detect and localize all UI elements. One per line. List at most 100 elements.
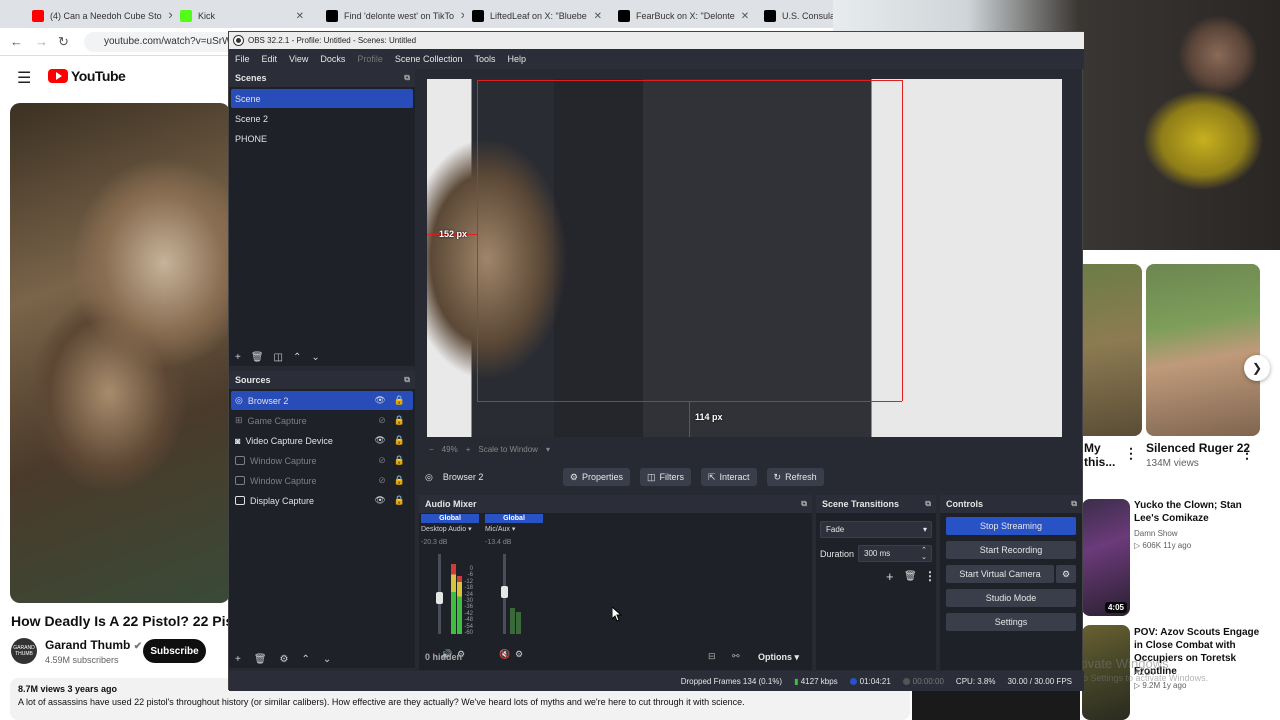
move-up-icon[interactable]: ⌃ (293, 352, 301, 363)
menu-tools[interactable]: Tools (468, 54, 501, 64)
more-vertical-icon[interactable]: ⋮ (1124, 445, 1138, 462)
filters-button[interactable]: ◫ Filters (639, 468, 691, 486)
menu-help[interactable]: Help (501, 54, 532, 64)
more-vertical-icon[interactable]: ⋮ (1240, 445, 1254, 462)
studio-mode-button[interactable]: Studio Mode (946, 589, 1076, 607)
source-item-browser-2[interactable]: ◎ Browser 2 👁 🔒 (231, 391, 413, 410)
move-down-icon[interactable]: ⌄ (323, 654, 331, 665)
close-tab-icon[interactable]: ✕ (296, 11, 304, 22)
chevron-down-icon[interactable]: ▾ (546, 445, 550, 454)
stop-streaming-button[interactable]: Stop Streaming (946, 517, 1076, 535)
properties-button[interactable]: ⚙ Properties (562, 468, 630, 486)
volume-slider-handle[interactable] (436, 592, 443, 604)
interact-button[interactable]: ⇱ Interact (700, 468, 757, 486)
more-vertical-icon[interactable]: ⋮ (924, 569, 936, 583)
dock-float-icon[interactable]: ⧉ (404, 375, 410, 385)
browser-tab[interactable]: FearBuck on X: "Delonte ✕ (610, 4, 756, 28)
video-player[interactable] (10, 103, 230, 603)
scene-item-scene[interactable]: Scene (231, 89, 413, 108)
menu-profile[interactable]: Profile (351, 54, 389, 64)
trash-icon[interactable]: 🗑 (254, 654, 267, 665)
source-item-display-capture[interactable]: Display Capture 👁 🔒 (231, 491, 413, 510)
eye-hidden-icon[interactable]: ⊘ (378, 455, 386, 466)
close-tab-icon[interactable]: ✕ (741, 11, 749, 22)
eye-hidden-icon[interactable]: ⊘ (378, 475, 386, 486)
link-icon[interactable]: ⚯ (732, 651, 740, 662)
chevron-right-icon[interactable]: ❯ (1244, 355, 1270, 381)
scene-item-scene-2[interactable]: Scene 2 (231, 109, 413, 128)
short-thumbnail[interactable] (1146, 264, 1260, 436)
lock-icon[interactable]: 🔒 (394, 495, 405, 506)
move-up-icon[interactable]: ⌃ (302, 654, 310, 665)
forward-icon[interactable]: → (35, 34, 48, 49)
recommended-video-title[interactable]: Yucko the Clown; Stan Lee's Comikaze (1134, 499, 1264, 525)
zoom-in-icon[interactable]: + (466, 445, 471, 454)
dock-float-icon[interactable]: ⧉ (801, 499, 807, 509)
video-thumbnail[interactable] (912, 690, 1080, 720)
source-item-game-capture[interactable]: ⊞ Game Capture ⊘ 🔒 (231, 411, 413, 430)
back-icon[interactable]: ← (10, 34, 23, 49)
browser-tab[interactable]: Find 'delonte west' on TikTo ✕ (318, 4, 464, 28)
scale-mode-select[interactable]: Scale to Window (478, 445, 538, 454)
chevron-down-icon[interactable]: ▾ (512, 526, 516, 533)
zoom-out-icon[interactable]: − (429, 445, 434, 454)
options-dropdown[interactable]: Options ▾ (758, 652, 799, 663)
chevron-down-icon[interactable]: ▾ (468, 526, 472, 533)
youtube-logo[interactable]: YouTube (48, 68, 126, 84)
eye-icon[interactable]: 👁 (374, 495, 385, 506)
duration-spinbox[interactable]: 300 ms ⌃ ⌄ (858, 545, 932, 562)
trash-icon[interactable]: 🗑 (904, 571, 917, 582)
start-virtual-camera-button[interactable]: Start Virtual Camera (946, 565, 1054, 583)
menu-file[interactable]: File (229, 54, 256, 64)
start-recording-button[interactable]: Start Recording (946, 541, 1076, 559)
lock-icon[interactable]: 🔒 (394, 475, 405, 486)
channel-avatar[interactable]: GARAND THUMB (11, 638, 37, 664)
eye-hidden-icon[interactable]: ⊘ (378, 415, 386, 426)
add-icon[interactable]: + (886, 569, 894, 584)
close-tab-icon[interactable]: ✕ (594, 11, 602, 22)
add-icon[interactable]: + (235, 654, 241, 665)
source-item-video-capture[interactable]: ◙ Video Capture Device 👁 🔒 (231, 431, 413, 450)
transition-select[interactable]: Fade ▾ (820, 521, 932, 538)
lock-icon[interactable]: 🔒 (394, 435, 405, 446)
layout-icon[interactable]: ⊟ (708, 651, 716, 662)
gear-icon[interactable]: ⚙ (280, 654, 289, 665)
move-down-icon[interactable]: ⌄ (311, 352, 319, 363)
virtual-camera-settings-button[interactable]: ⚙ (1056, 565, 1076, 583)
source-item-window-capture[interactable]: Window Capture ⊘ 🔒 (231, 471, 413, 490)
reload-icon[interactable]: ↻ (58, 34, 69, 50)
menu-docks[interactable]: Docks (314, 54, 351, 64)
volume-slider-handle[interactable] (501, 586, 508, 598)
lock-icon[interactable]: 🔒 (394, 455, 405, 466)
menu-scene-collection[interactable]: Scene Collection (389, 54, 469, 64)
trash-icon[interactable]: 🗑 (251, 352, 264, 363)
refresh-button[interactable]: ↻ Refresh (766, 468, 824, 486)
filter-icon[interactable]: ◫ (274, 352, 283, 363)
eye-icon[interactable]: 👁 (374, 435, 385, 446)
settings-button[interactable]: Settings (946, 613, 1076, 631)
hamburger-menu-icon[interactable]: ☰ (17, 68, 31, 88)
browser-tab[interactable]: Kick ✕ (172, 4, 312, 28)
lock-icon[interactable]: 🔒 (394, 415, 405, 426)
scene-item-phone[interactable]: PHONE (231, 129, 413, 148)
browser-tab[interactable]: U.S. Consulat (756, 4, 836, 28)
short-title[interactable]: Silenced Ruger 22 (1146, 441, 1250, 455)
short-thumbnail[interactable] (1080, 264, 1142, 436)
browser-tab[interactable]: (4) Can a Needoh Cube Sto ✕ (24, 4, 172, 28)
menu-view[interactable]: View (283, 54, 314, 64)
browser-tab[interactable]: LiftedLeaf on X: "Bluebe ✕ (464, 4, 610, 28)
add-icon[interactable]: + (235, 352, 241, 363)
obs-titlebar[interactable]: OBS 32.2.1 - Profile: Untitled - Scenes:… (229, 32, 1084, 49)
spin-arrows-icon[interactable]: ⌃ ⌄ (921, 547, 927, 561)
dock-float-icon[interactable]: ⧉ (404, 73, 410, 83)
dock-float-icon[interactable]: ⧉ (925, 499, 931, 509)
eye-icon[interactable]: 👁 (374, 395, 385, 406)
channel-name[interactable]: Garand Thumb ✔ (45, 638, 142, 652)
video-thumbnail[interactable]: 4:05 (1082, 499, 1130, 616)
menu-edit[interactable]: Edit (256, 54, 284, 64)
preview-canvas[interactable]: 152 px 114 px (427, 79, 1062, 437)
recommended-channel[interactable]: Damn Show (1134, 529, 1178, 538)
dock-float-icon[interactable]: ⧉ (1071, 499, 1077, 509)
subscribe-button[interactable]: Subscribe (143, 639, 206, 663)
lock-icon[interactable]: 🔒 (394, 395, 405, 406)
